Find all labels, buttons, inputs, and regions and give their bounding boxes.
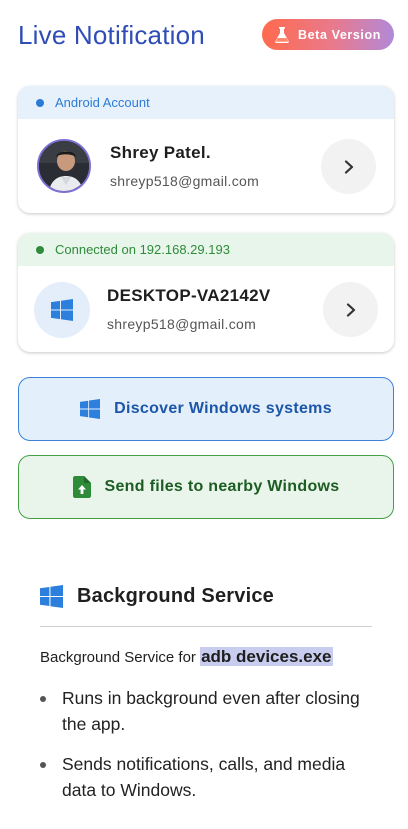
section-divider bbox=[40, 626, 372, 627]
windows-icon bbox=[51, 299, 73, 321]
discover-windows-button[interactable]: Discover Windows systems bbox=[18, 377, 394, 441]
background-service-section: Background Service Background Service fo… bbox=[40, 580, 372, 817]
beta-label: Beta Version bbox=[298, 27, 381, 42]
executable-name: adb devices.exe bbox=[200, 647, 333, 666]
status-dot bbox=[36, 98, 44, 107]
service-description: Background Service for adb devices.exe bbox=[40, 646, 372, 669]
user-photo bbox=[39, 141, 89, 191]
android-status-text: Android Account bbox=[55, 95, 150, 110]
account-email: shreyp518@gmail.com bbox=[110, 173, 260, 189]
discover-label: Discover Windows systems bbox=[114, 400, 332, 417]
file-upload-icon bbox=[72, 476, 91, 498]
chevron-right-icon bbox=[344, 159, 353, 174]
android-status-strip: Android Account bbox=[18, 86, 394, 119]
list-item: Sends notifications, calls, and media da… bbox=[40, 751, 372, 803]
windows-avatar bbox=[34, 282, 90, 338]
connected-status-text: Connected on 192.168.29.193 bbox=[55, 242, 230, 257]
send-files-button[interactable]: Send files to nearby Windows bbox=[18, 455, 394, 519]
status-dot bbox=[36, 245, 44, 254]
android-account-card[interactable]: Android Account Shrey Patel. shreyp518@g… bbox=[18, 86, 394, 213]
description-prefix: Background Service for bbox=[40, 649, 201, 666]
connected-status-strip: Connected on 192.168.29.193 bbox=[18, 233, 394, 266]
send-files-label: Send files to nearby Windows bbox=[104, 478, 340, 495]
windows-icon bbox=[40, 584, 63, 608]
desktop-open-button[interactable] bbox=[323, 282, 378, 337]
desktop-connection-card[interactable]: Connected on 192.168.29.193 DESKTOP-VA21… bbox=[18, 233, 394, 352]
list-item: Runs in background even after closing th… bbox=[40, 685, 372, 737]
avatar[interactable] bbox=[37, 139, 91, 193]
beta-badge[interactable]: Beta Version bbox=[262, 19, 394, 50]
android-open-button[interactable] bbox=[321, 139, 376, 194]
account-name: Shrey Patel. bbox=[110, 143, 211, 162]
desktop-name: DESKTOP-VA2142V bbox=[107, 286, 271, 305]
flask-icon bbox=[275, 26, 289, 43]
desktop-email: shreyp518@gmail.com bbox=[107, 316, 257, 332]
chevron-right-icon bbox=[346, 302, 355, 317]
feature-list: Runs in background even after closing th… bbox=[40, 685, 372, 803]
app-header: Live Notification Beta Version bbox=[18, 18, 396, 54]
page-title: Live Notification bbox=[18, 20, 205, 50]
section-title: Background Service bbox=[77, 584, 275, 607]
windows-icon bbox=[80, 399, 101, 419]
